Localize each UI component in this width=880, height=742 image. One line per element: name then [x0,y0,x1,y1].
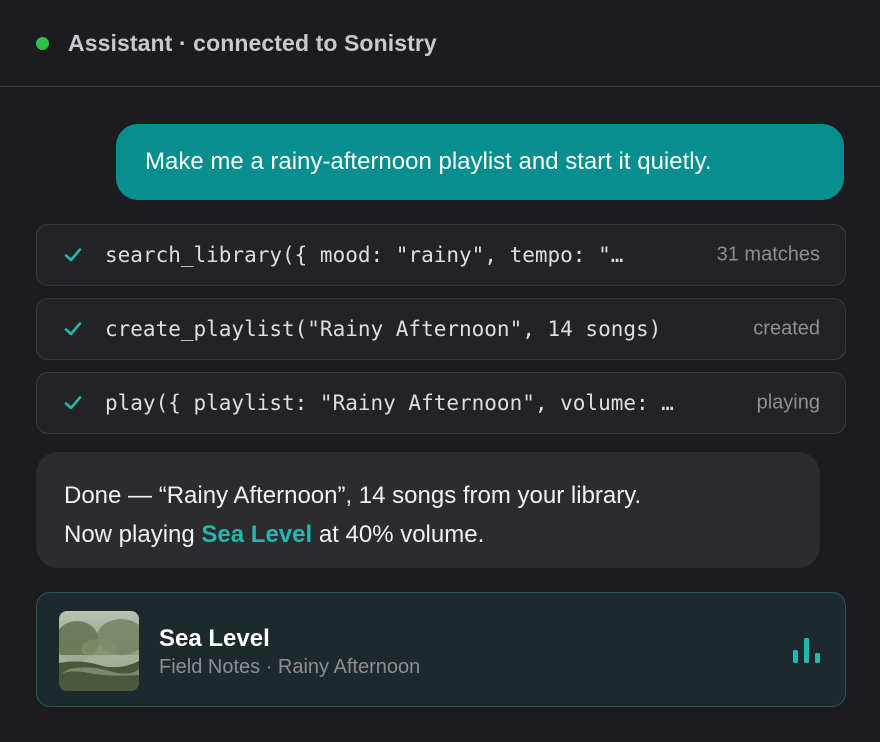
connection-status-dot [36,36,49,50]
track-link[interactable]: Sea Level [201,521,312,548]
check-icon [64,248,82,262]
track-title: Sea Level [159,625,270,652]
check-icon [64,322,82,336]
now-playing-card[interactable]: Sea Level Field Notes · Rainy Afternoon [36,592,846,707]
tool-call-status: created [753,317,820,340]
assistant-window: Assistant · connected to Sonistry Make m… [0,0,880,742]
user-message-text: Make me a rainy-afternoon playlist and s… [145,148,712,175]
tool-call-play[interactable]: play({ playlist: "Rainy Afternoon", volu… [36,372,846,434]
equalizer-icon [793,638,820,663]
check-icon [64,396,82,410]
assistant-message: Done — “Rainy Afternoon”, 14 songs from … [36,452,820,568]
assistant-message-suffix: at 40% volume. [312,521,485,548]
header: Assistant · connected to Sonistry [0,0,880,87]
assistant-message-prefix: Now playing [64,521,202,548]
album-art [59,611,139,691]
tool-call-code: create_playlist("Rainy Afternoon", 14 so… [105,317,662,341]
assistant-message-line2: Now playing Sea Level at 40% volume. [64,515,820,554]
tool-call-search-library[interactable]: search_library({ mood: "rainy", tempo: "… [36,224,846,286]
header-title: Assistant · connected to Sonistry [68,29,437,56]
user-message: Make me a rainy-afternoon playlist and s… [116,124,844,200]
tool-call-code: play({ playlist: "Rainy Afternoon", volu… [105,391,674,415]
tool-call-status: 31 matches [716,243,820,266]
tool-call-code: search_library({ mood: "rainy", tempo: "… [105,243,624,267]
track-meta: Field Notes · Rainy Afternoon [159,656,421,678]
tool-call-status: playing [756,391,820,414]
assistant-message-line1: Done — “Rainy Afternoon”, 14 songs from … [64,482,642,509]
tool-call-create-playlist[interactable]: create_playlist("Rainy Afternoon", 14 so… [36,298,846,360]
